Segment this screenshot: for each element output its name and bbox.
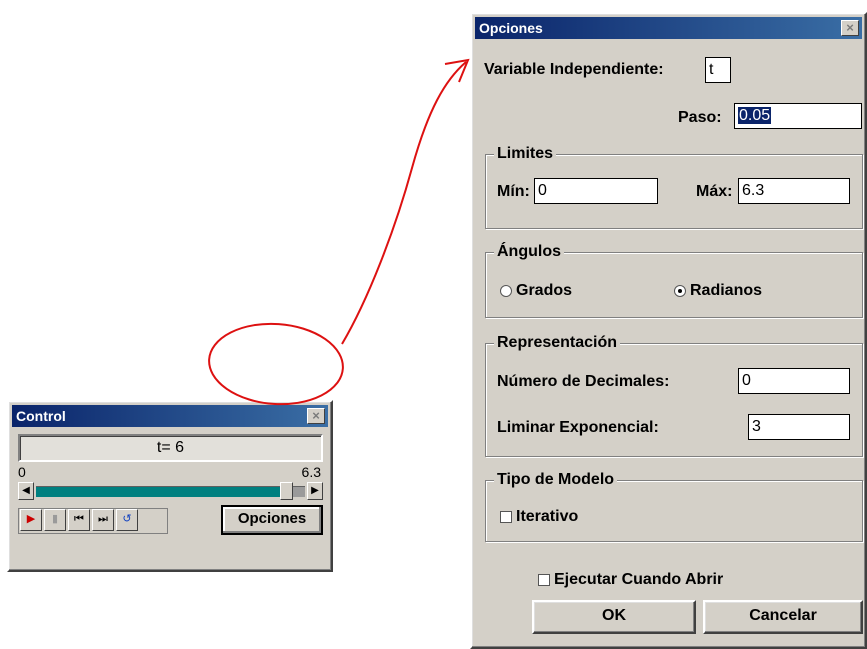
ejecutar-label: Ejecutar Cuando Abrir [554,571,724,588]
control-title-bar[interactable]: Control × [12,405,328,427]
ejecutar-check-indicator[interactable] [538,574,550,586]
min-input[interactable]: 0 [534,178,658,204]
play-button[interactable]: ▶ [20,509,42,531]
pause-icon: ▮ [51,513,59,525]
cancel-button[interactable]: Cancelar [703,600,863,634]
pointer-arrowhead [444,58,470,83]
ejecutar-checkbox[interactable]: Ejecutar Cuando Abrir [538,570,798,590]
control-window: Control × t= 6 0 6.3 ◀ ▶ ▶ ▮ ⏮ ⏭ ↺ Opciones [7,400,333,572]
max-label: Máx: [696,183,733,200]
decimales-label: Número de Decimales: [497,373,670,390]
play-icon: ▶ [26,513,36,525]
close-icon[interactable]: × [841,20,859,36]
pause-button[interactable]: ▮ [44,509,66,531]
undo-icon: ↺ [122,513,132,525]
slider-max-label: 6.3 [301,464,321,480]
decimales-input[interactable]: 0 [738,368,850,394]
slider-fill [36,487,282,497]
options-button[interactable]: Opciones [221,505,323,535]
radio-grados-indicator[interactable] [500,285,512,297]
undo-button[interactable]: ↺ [116,509,138,531]
representacion-title: Representación [494,333,621,353]
slider-thumb[interactable] [280,482,293,500]
variable-label: Variable Independiente: [484,61,664,78]
slider-track[interactable] [36,482,305,500]
slider-min-label: 0 [18,464,26,480]
highlight-ellipse [208,322,344,406]
options-button-label: Opciones [237,510,307,527]
paso-value: 0.05 [738,107,772,124]
tipo-modelo-title: Tipo de Modelo [494,470,618,490]
angulos-group: Ángulos Grados Radianos [485,242,863,318]
min-label: Mín: [497,183,530,200]
control-title: Control [16,408,66,424]
skip-back-icon: ⏮ [74,513,84,525]
angulos-title: Ángulos [494,242,564,262]
reset-button[interactable]: ⏮ [68,509,90,531]
pointer-arrow [341,61,467,345]
time-display-text: t= 6 [156,439,185,456]
variable-input[interactable]: t [705,57,731,83]
options-dialog: Opciones × Variable Independiente: t Pas… [470,12,867,649]
limites-group: Limites Mín: 0 Máx: 6.3 [485,144,863,229]
ok-button-label: OK [602,607,626,624]
iterativo-checkbox[interactable]: Iterativo [500,507,640,527]
slider-right-arrow-icon[interactable]: ▶ [307,482,323,500]
radio-grados-label: Grados [516,282,573,299]
radio-radianos-label: Radianos [690,282,763,299]
tipo-modelo-group: Tipo de Modelo Iterativo [485,470,863,542]
step-button[interactable]: ⏭ [92,509,114,531]
exponencial-label: Liminar Exponencial: [497,419,659,436]
paso-input[interactable]: 0.05 [734,103,862,129]
ok-button[interactable]: OK [532,600,696,634]
radio-radianos-indicator[interactable] [674,285,686,297]
limites-title: Limites [494,144,557,164]
close-icon[interactable]: × [307,408,325,424]
cancel-button-label: Cancelar [749,607,817,624]
iterativo-label: Iterativo [516,508,579,525]
time-display: t= 6 [18,434,323,462]
options-title-bar[interactable]: Opciones × [475,17,862,39]
slider-left-arrow-icon[interactable]: ◀ [18,482,34,500]
time-slider[interactable]: ◀ ▶ [18,482,323,500]
playback-controls: ▶ ▮ ⏮ ⏭ ↺ [18,508,168,534]
exponencial-input[interactable]: 3 [748,414,850,440]
paso-label: Paso: [678,109,722,126]
iterativo-check-indicator[interactable] [500,511,512,523]
radio-radianos[interactable]: Radianos [674,281,814,301]
max-input[interactable]: 6.3 [738,178,850,204]
representacion-group: Representación Número de Decimales: 0 Li… [485,333,863,457]
step-icon: ⏭ [98,513,108,525]
radio-grados[interactable]: Grados [500,281,620,301]
options-title: Opciones [479,20,543,36]
